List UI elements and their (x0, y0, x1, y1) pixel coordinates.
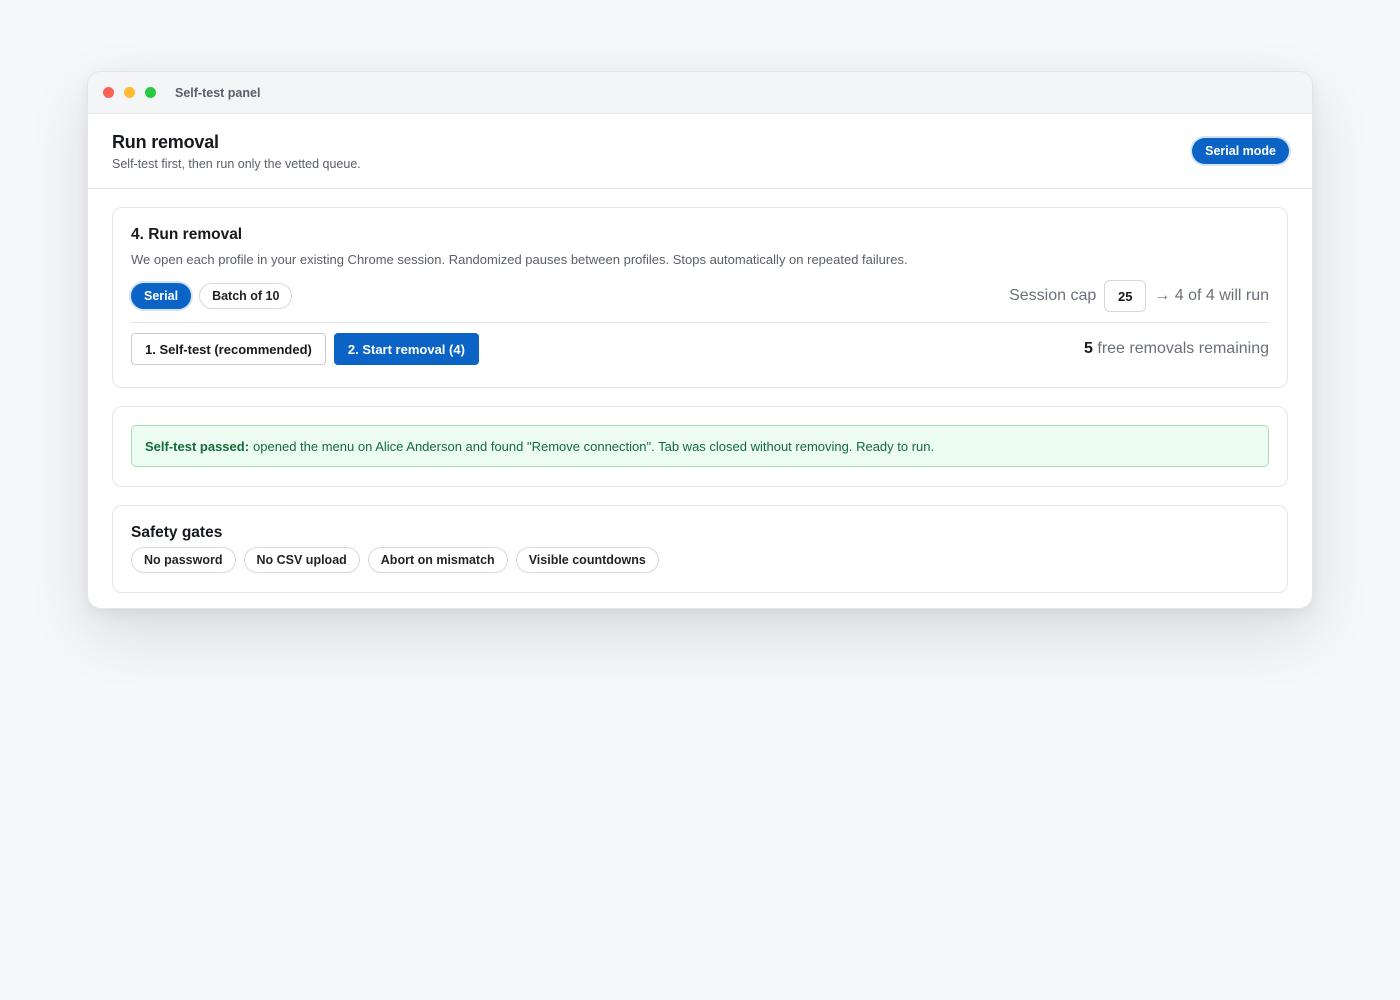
page-subtitle: Self-test first, then run only the vette… (112, 156, 361, 171)
session-cap-input[interactable] (1104, 280, 1147, 312)
page-title: Run removal (112, 131, 219, 152)
minimize-window-button[interactable] (124, 87, 135, 98)
remaining-text: free removals remaining (1097, 340, 1269, 357)
gate-chip-no-password: No password (131, 547, 236, 573)
remaining-removals: 5 free removals remaining (1084, 340, 1269, 358)
divider (131, 322, 1269, 323)
gate-chip-no-csv-upload: No CSV upload (243, 547, 360, 573)
header-text: Run removal Self-test first, then run on… (112, 132, 361, 171)
run-removal-card: 4. Run removal We open each profile in y… (112, 207, 1288, 388)
will-run-summary: → 4 of 4 will run (1154, 287, 1269, 304)
title-bar: Self-test panel (88, 72, 1312, 114)
close-window-button[interactable] (103, 87, 114, 98)
gate-chip-visible-countdowns: Visible countdowns (515, 547, 659, 573)
actions-row: 1. Self-test (recommended) 2. Start remo… (131, 333, 1269, 365)
success-message: opened the menu on Alice Anderson and fo… (253, 438, 935, 454)
main-content: 4. Run removal We open each profile in y… (88, 189, 1312, 593)
mode-selector: Serial Batch of 10 (131, 283, 293, 309)
run-card-description: We open each profile in your existing Ch… (131, 252, 908, 267)
remaining-count: 5 (1084, 340, 1093, 357)
success-label: Self-test passed: (145, 438, 250, 454)
mode-batch-toggle[interactable]: Batch of 10 (199, 283, 293, 309)
serial-mode-badge[interactable]: Serial mode (1192, 138, 1289, 164)
maximize-window-button[interactable] (145, 87, 156, 98)
self-test-success-banner: Self-test passed: opened the menu on Ali… (131, 425, 1269, 467)
action-buttons: 1. Self-test (recommended) 2. Start remo… (131, 333, 479, 365)
self-test-button[interactable]: 1. Self-test (recommended) (131, 333, 326, 365)
gate-chip-abort-on-mismatch: Abort on mismatch (367, 547, 508, 573)
page-header: Run removal Self-test first, then run on… (88, 114, 1312, 189)
session-cap: Session cap → 4 of 4 will run (1009, 280, 1269, 312)
mode-serial-toggle[interactable]: Serial (131, 283, 192, 309)
start-removal-button[interactable]: 2. Start removal (4) (333, 333, 479, 365)
window-title: Self-test panel (175, 85, 261, 100)
app-window: Self-test panel Run removal Self-test fi… (87, 71, 1313, 609)
run-card-title: 4. Run removal (131, 226, 243, 243)
session-cap-label: Session cap (1009, 287, 1097, 304)
safety-gates-card: Safety gates No password No CSV upload A… (112, 505, 1288, 593)
safety-gates-title: Safety gates (131, 524, 223, 541)
safety-gates-list: No password No CSV upload Abort on misma… (131, 547, 1269, 573)
self-test-status-card: Self-test passed: opened the menu on Ali… (112, 406, 1288, 487)
mode-row: Serial Batch of 10 Session cap → 4 of 4 … (131, 280, 1269, 312)
